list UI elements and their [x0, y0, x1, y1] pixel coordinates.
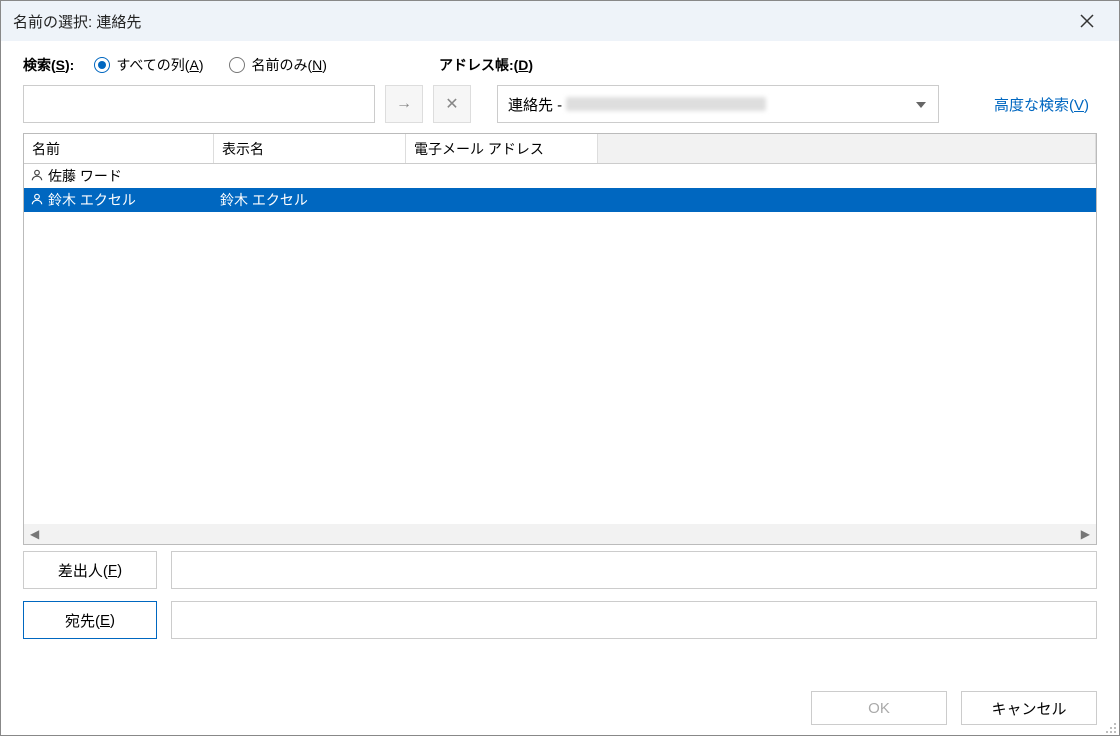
radio-indicator-checked	[94, 57, 110, 73]
column-display[interactable]: 表示名	[214, 134, 406, 163]
title-bar: 名前の選択: 連絡先	[1, 1, 1119, 41]
address-book-selected-redacted	[566, 97, 766, 111]
column-name[interactable]: 名前	[24, 134, 214, 163]
address-book-select[interactable]: 連絡先 -	[497, 85, 939, 123]
search-scope-radio-group: すべての列(A) 名前のみ(N)	[94, 55, 327, 75]
person-icon	[30, 168, 44, 185]
table-row[interactable]: 鈴木 エクセル 鈴木 エクセル	[24, 188, 1096, 212]
go-button[interactable]: →	[385, 85, 423, 123]
row-name: 鈴木 エクセル	[48, 190, 136, 210]
table-header: 名前 表示名 電子メール アドレス	[24, 134, 1096, 164]
from-button[interactable]: 差出人(F)	[23, 551, 157, 589]
radio-indicator	[229, 57, 245, 73]
column-spacer	[598, 134, 1096, 163]
radio-all-columns[interactable]: すべての列(A)	[94, 55, 203, 75]
horizontal-scrollbar[interactable]: ◀ ▶	[24, 524, 1096, 544]
row-name: 佐藤 ワード	[48, 166, 122, 186]
contacts-table: 名前 表示名 電子メール アドレス 佐藤 ワード 鈴木 エクセル 鈴木 エクセル…	[23, 133, 1097, 545]
x-icon: ✕	[445, 94, 458, 114]
scroll-left-icon[interactable]: ◀	[26, 527, 43, 541]
from-input[interactable]	[171, 551, 1097, 589]
from-row: 差出人(F)	[1, 545, 1119, 595]
person-icon	[30, 192, 44, 209]
clear-button[interactable]: ✕	[433, 85, 471, 123]
column-email[interactable]: 電子メール アドレス	[406, 134, 598, 163]
radio-name-only[interactable]: 名前のみ(N)	[229, 55, 326, 75]
dialog-buttons: OK キャンセル	[811, 691, 1097, 725]
table-row[interactable]: 佐藤 ワード	[24, 164, 1096, 188]
search-label: 検索(S):	[23, 55, 74, 75]
close-button[interactable]	[1067, 1, 1107, 41]
scroll-right-icon[interactable]: ▶	[1077, 527, 1094, 541]
advanced-search-link[interactable]: 高度な検索(V)	[994, 94, 1097, 115]
to-input[interactable]	[171, 601, 1097, 639]
table-body[interactable]: 佐藤 ワード 鈴木 エクセル 鈴木 エクセル	[24, 164, 1096, 524]
arrow-right-icon: →	[396, 95, 412, 113]
cancel-button[interactable]: キャンセル	[961, 691, 1097, 725]
dialog-title: 名前の選択: 連絡先	[13, 11, 1067, 32]
address-book-selected-prefix: 連絡先 -	[508, 94, 562, 115]
radio-all-label: すべての列(A)	[116, 55, 203, 75]
row-display: 鈴木 エクセル	[214, 190, 406, 210]
resize-grip[interactable]	[1105, 721, 1117, 733]
close-icon	[1080, 14, 1094, 28]
address-book-label: アドレス帳:(D)	[439, 55, 533, 75]
ok-button[interactable]: OK	[811, 691, 947, 725]
to-button[interactable]: 宛先(E)	[23, 601, 157, 639]
radio-name-label: 名前のみ(N)	[251, 55, 326, 75]
input-row: → ✕ 連絡先 - 高度な検索(V)	[1, 79, 1119, 133]
search-row: 検索(S): すべての列(A) 名前のみ(N) アドレス帳:(D)	[1, 41, 1119, 79]
search-input[interactable]	[23, 85, 375, 123]
to-row: 宛先(E)	[1, 595, 1119, 645]
